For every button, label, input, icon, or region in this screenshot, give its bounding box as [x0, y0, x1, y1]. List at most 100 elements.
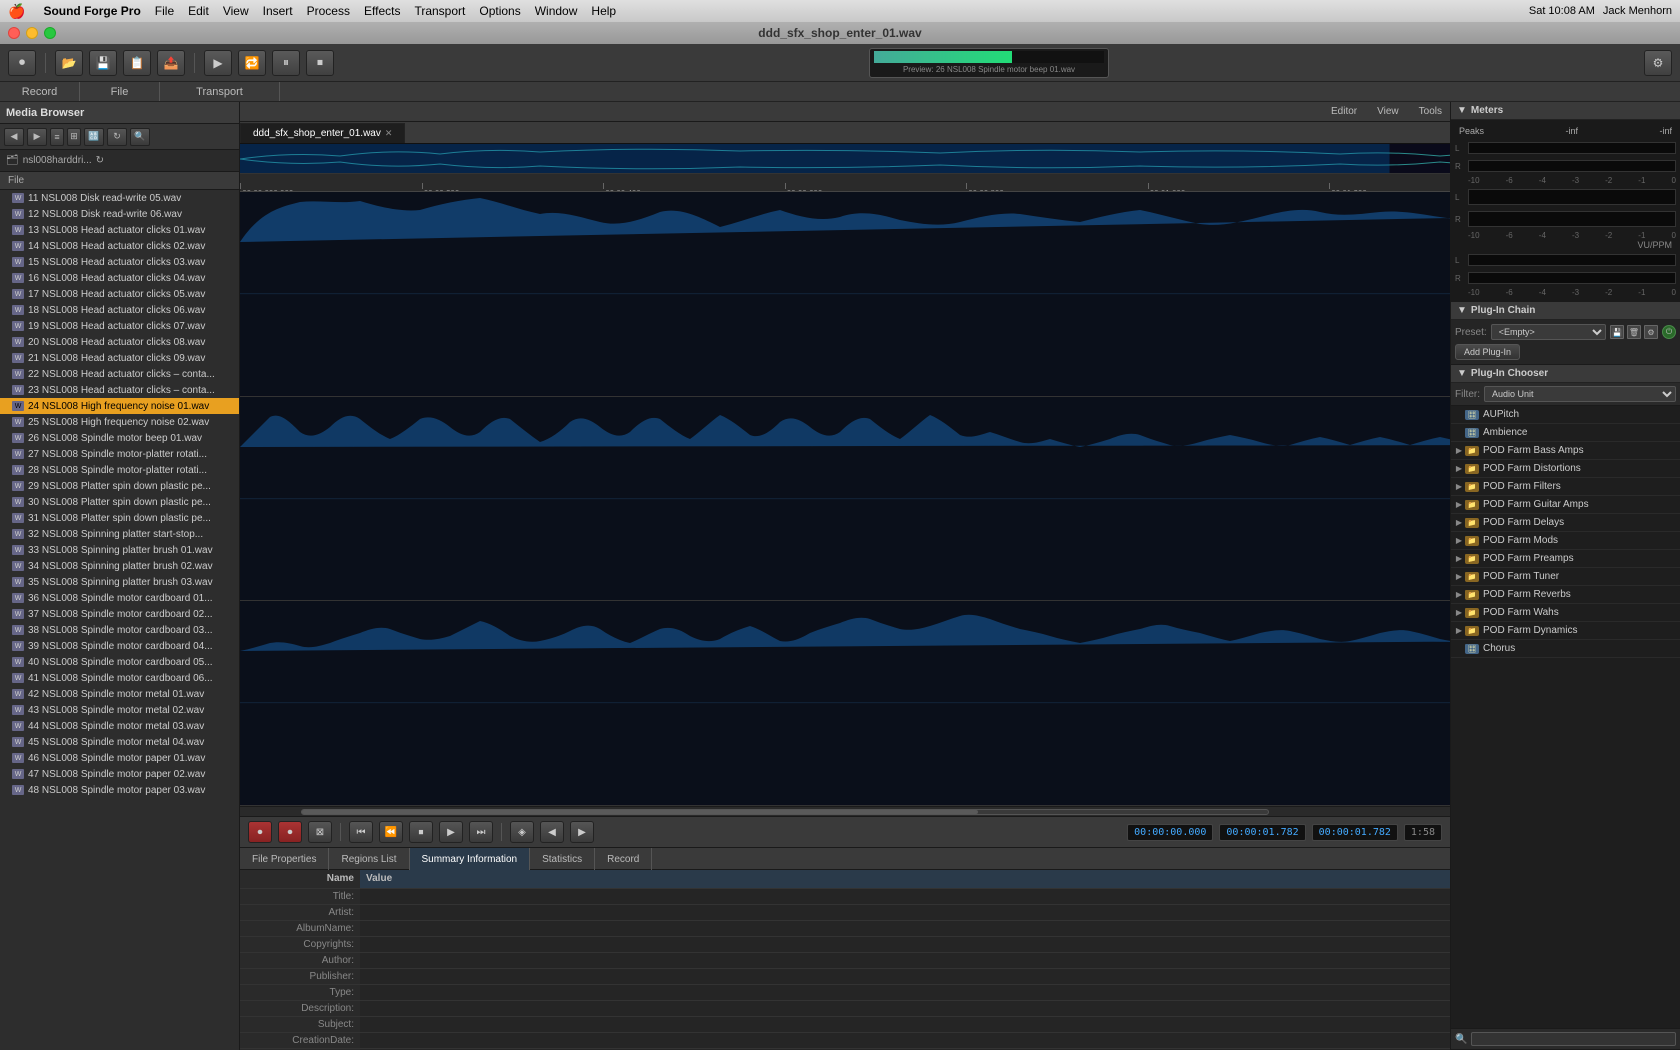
- apple-logo-icon[interactable]: 🍎: [8, 3, 25, 20]
- browser-list-view-btn[interactable]: ≡: [50, 128, 64, 146]
- loop-record-btn[interactable]: ⏺: [248, 821, 272, 843]
- menu-edit[interactable]: Edit: [188, 4, 209, 18]
- plugin-item-ambience[interactable]: 🎛Ambience: [1451, 424, 1680, 442]
- bottom-tab-regions-list[interactable]: Regions List: [329, 848, 409, 870]
- file-item[interactable]: W33 NSL008 Spinning platter brush 01.wav: [0, 542, 239, 558]
- browser-detail-view-btn[interactable]: ⊞: [67, 128, 81, 146]
- waveform-track-3[interactable]: [240, 601, 1450, 806]
- file-item[interactable]: W29 NSL008 Platter spin down plastic pe.…: [0, 478, 239, 494]
- plugin-item-pod-farm-wahs[interactable]: ▶📁POD Farm Wahs: [1451, 604, 1680, 622]
- waveform-container[interactable]: [240, 192, 1450, 806]
- menu-view[interactable]: View: [223, 4, 249, 18]
- settings-btn[interactable]: ⚙: [1644, 50, 1672, 76]
- go-back-btn[interactable]: ⏪: [379, 821, 403, 843]
- menu-transport[interactable]: Transport: [414, 4, 465, 18]
- file-item[interactable]: W37 NSL008 Spindle motor cardboard 02...: [0, 606, 239, 622]
- preset-save-btn[interactable]: 💾: [1610, 325, 1624, 339]
- file-item[interactable]: W12 NSL008 Disk read-write 06.wav: [0, 206, 239, 222]
- next-marker-btn[interactable]: ▶: [570, 821, 594, 843]
- file-item[interactable]: W23 NSL008 Head actuator clicks – conta.…: [0, 382, 239, 398]
- property-value[interactable]: [360, 1032, 1450, 1048]
- minimize-button[interactable]: [26, 27, 38, 39]
- plugin-item-pod-farm-mods[interactable]: ▶📁POD Farm Mods: [1451, 532, 1680, 550]
- record-btn-2[interactable]: ⏺: [278, 821, 302, 843]
- bottom-tab-record[interactable]: Record: [595, 848, 652, 870]
- plugin-item-pod-farm-distortions[interactable]: ▶📁POD Farm Distortions: [1451, 460, 1680, 478]
- go-start-btn[interactable]: ⏮: [349, 821, 373, 843]
- go-end-btn[interactable]: ⏭: [469, 821, 493, 843]
- stop-btn-2[interactable]: ⏹: [409, 821, 433, 843]
- property-value[interactable]: [360, 952, 1450, 968]
- browser-sort-btn[interactable]: 🔠: [84, 128, 104, 146]
- path-refresh-icon[interactable]: ↻: [96, 155, 104, 166]
- file-item[interactable]: W19 NSL008 Head actuator clicks 07.wav: [0, 318, 239, 334]
- file-item[interactable]: W34 NSL008 Spinning platter brush 02.wav: [0, 558, 239, 574]
- marker-btn[interactable]: ◈: [510, 821, 534, 843]
- punch-in-btn[interactable]: ⊠: [308, 821, 332, 843]
- waveform-scrollbar[interactable]: [240, 806, 1450, 816]
- play-btn-2[interactable]: ▶: [439, 821, 463, 843]
- property-value[interactable]: [360, 920, 1450, 936]
- stop-btn[interactable]: ⏹: [306, 50, 334, 76]
- maximize-button[interactable]: [44, 27, 56, 39]
- file-item[interactable]: W38 NSL008 Spindle motor cardboard 03...: [0, 622, 239, 638]
- file-item[interactable]: W42 NSL008 Spindle motor metal 01.wav: [0, 686, 239, 702]
- file-item[interactable]: W16 NSL008 Head actuator clicks 04.wav: [0, 270, 239, 286]
- record-btn[interactable]: ⏺: [8, 50, 36, 76]
- play-btn[interactable]: ▶: [204, 50, 232, 76]
- file-item[interactable]: W15 NSL008 Head actuator clicks 03.wav: [0, 254, 239, 270]
- file-item[interactable]: W48 NSL008 Spindle motor paper 03.wav: [0, 782, 239, 798]
- plugin-chain-power-btn[interactable]: ⏻: [1662, 325, 1676, 339]
- menu-file[interactable]: File: [155, 4, 174, 18]
- plugin-item-aupitch[interactable]: 🎛AUPitch: [1451, 406, 1680, 424]
- property-value[interactable]: [360, 1016, 1450, 1032]
- menu-window[interactable]: Window: [535, 4, 578, 18]
- file-item[interactable]: W36 NSL008 Spindle motor cardboard 01...: [0, 590, 239, 606]
- property-value[interactable]: [360, 904, 1450, 920]
- plugin-item-pod-farm-preamps[interactable]: ▶📁POD Farm Preamps: [1451, 550, 1680, 568]
- menu-options[interactable]: Options: [479, 4, 520, 18]
- preset-delete-btn[interactable]: 🗑: [1627, 325, 1641, 339]
- plugin-item-pod-farm-filters[interactable]: ▶📁POD Farm Filters: [1451, 478, 1680, 496]
- property-value[interactable]: [360, 936, 1450, 952]
- file-item[interactable]: W22 NSL008 Head actuator clicks – conta.…: [0, 366, 239, 382]
- preset-settings-btn[interactable]: ⚙: [1644, 325, 1658, 339]
- save-btn[interactable]: 💾: [89, 50, 117, 76]
- file-item[interactable]: W35 NSL008 Spinning platter brush 03.wav: [0, 574, 239, 590]
- waveform-tab[interactable]: ddd_sfx_shop_enter_01.wav ✕: [240, 123, 405, 143]
- waveform-track-1[interactable]: [240, 192, 1450, 397]
- property-value[interactable]: [360, 888, 1450, 904]
- file-item[interactable]: W40 NSL008 Spindle motor cardboard 05...: [0, 654, 239, 670]
- menu-insert[interactable]: Insert: [263, 4, 293, 18]
- file-item[interactable]: W18 NSL008 Head actuator clicks 06.wav: [0, 302, 239, 318]
- browser-refresh-btn[interactable]: ↻: [107, 128, 127, 146]
- open-btn[interactable]: 📂: [55, 50, 83, 76]
- browser-back-btn[interactable]: ◀: [4, 128, 24, 146]
- close-button[interactable]: [8, 27, 20, 39]
- file-item[interactable]: W26 NSL008 Spindle motor beep 01.wav: [0, 430, 239, 446]
- file-item[interactable]: W43 NSL008 Spindle motor metal 02.wav: [0, 702, 239, 718]
- plugin-item-chorus[interactable]: 🎛Chorus: [1451, 640, 1680, 658]
- plugin-item-pod-farm-guitar-amps[interactable]: ▶📁POD Farm Guitar Amps: [1451, 496, 1680, 514]
- file-item[interactable]: W20 NSL008 Head actuator clicks 08.wav: [0, 334, 239, 350]
- menu-process[interactable]: Process: [307, 4, 350, 18]
- render-btn[interactable]: 📤: [157, 50, 185, 76]
- property-value[interactable]: [360, 1000, 1450, 1016]
- file-item[interactable]: W44 NSL008 Spindle motor metal 03.wav: [0, 718, 239, 734]
- menu-effects[interactable]: Effects: [364, 4, 400, 18]
- bottom-tab-file-properties[interactable]: File Properties: [240, 848, 329, 870]
- plugin-item-pod-farm-dynamics[interactable]: ▶📁POD Farm Dynamics: [1451, 622, 1680, 640]
- file-item[interactable]: W17 NSL008 Head actuator clicks 05.wav: [0, 286, 239, 302]
- file-item[interactable]: W41 NSL008 Spindle motor cardboard 06...: [0, 670, 239, 686]
- file-item[interactable]: W11 NSL008 Disk read-write 05.wav: [0, 190, 239, 206]
- save-as-btn[interactable]: 📋: [123, 50, 151, 76]
- property-value[interactable]: [360, 968, 1450, 984]
- prev-marker-btn[interactable]: ◀: [540, 821, 564, 843]
- file-item[interactable]: W39 NSL008 Spindle motor cardboard 04...: [0, 638, 239, 654]
- file-item[interactable]: W24 NSL008 High frequency noise 01.wav: [0, 398, 239, 414]
- plugin-item-pod-farm-delays[interactable]: ▶📁POD Farm Delays: [1451, 514, 1680, 532]
- file-item[interactable]: W30 NSL008 Platter spin down plastic pe.…: [0, 494, 239, 510]
- plugin-item-pod-farm-tuner[interactable]: ▶📁POD Farm Tuner: [1451, 568, 1680, 586]
- browser-forward-btn[interactable]: ▶: [27, 128, 47, 146]
- file-item[interactable]: W32 NSL008 Spinning platter start-stop..…: [0, 526, 239, 542]
